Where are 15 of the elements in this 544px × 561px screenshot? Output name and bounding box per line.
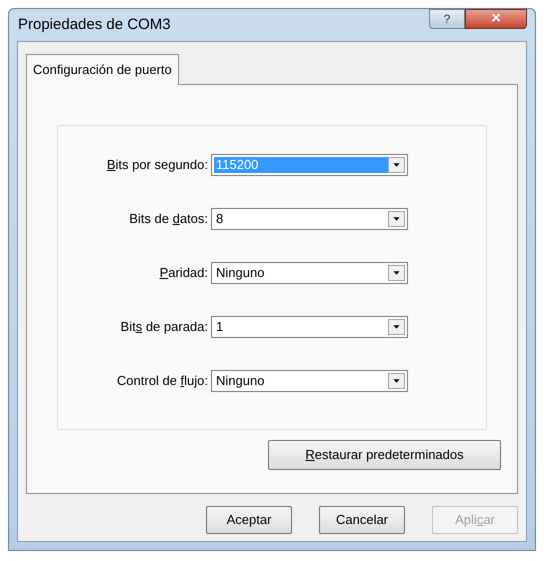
field-label: Paridad: (158, 264, 209, 282)
dropdown[interactable]: 1 (211, 316, 408, 338)
help-button[interactable]: ? (429, 9, 465, 29)
field-label: Control de flujo: (116, 372, 209, 390)
field-label: Bits de datos: (128, 210, 209, 228)
field-label: Bits de parada: (120, 318, 209, 336)
tab[interactable]: Configuración de puerto (26, 54, 179, 85)
dropdown[interactable]: 8 (211, 208, 408, 230)
dialog-button[interactable]: Cancelar (319, 506, 405, 534)
dropdown[interactable]: Ninguno (211, 262, 408, 284)
restore-defaults-button[interactable]: Restaurar predeterminados (268, 440, 501, 470)
dropdown[interactable]: Ninguno (211, 370, 408, 392)
dialog-button[interactable]: Aceptar (206, 506, 292, 534)
field-label: Bits por segundo: (106, 156, 209, 174)
window-title: Propiedades de COM3 (17, 14, 171, 35)
